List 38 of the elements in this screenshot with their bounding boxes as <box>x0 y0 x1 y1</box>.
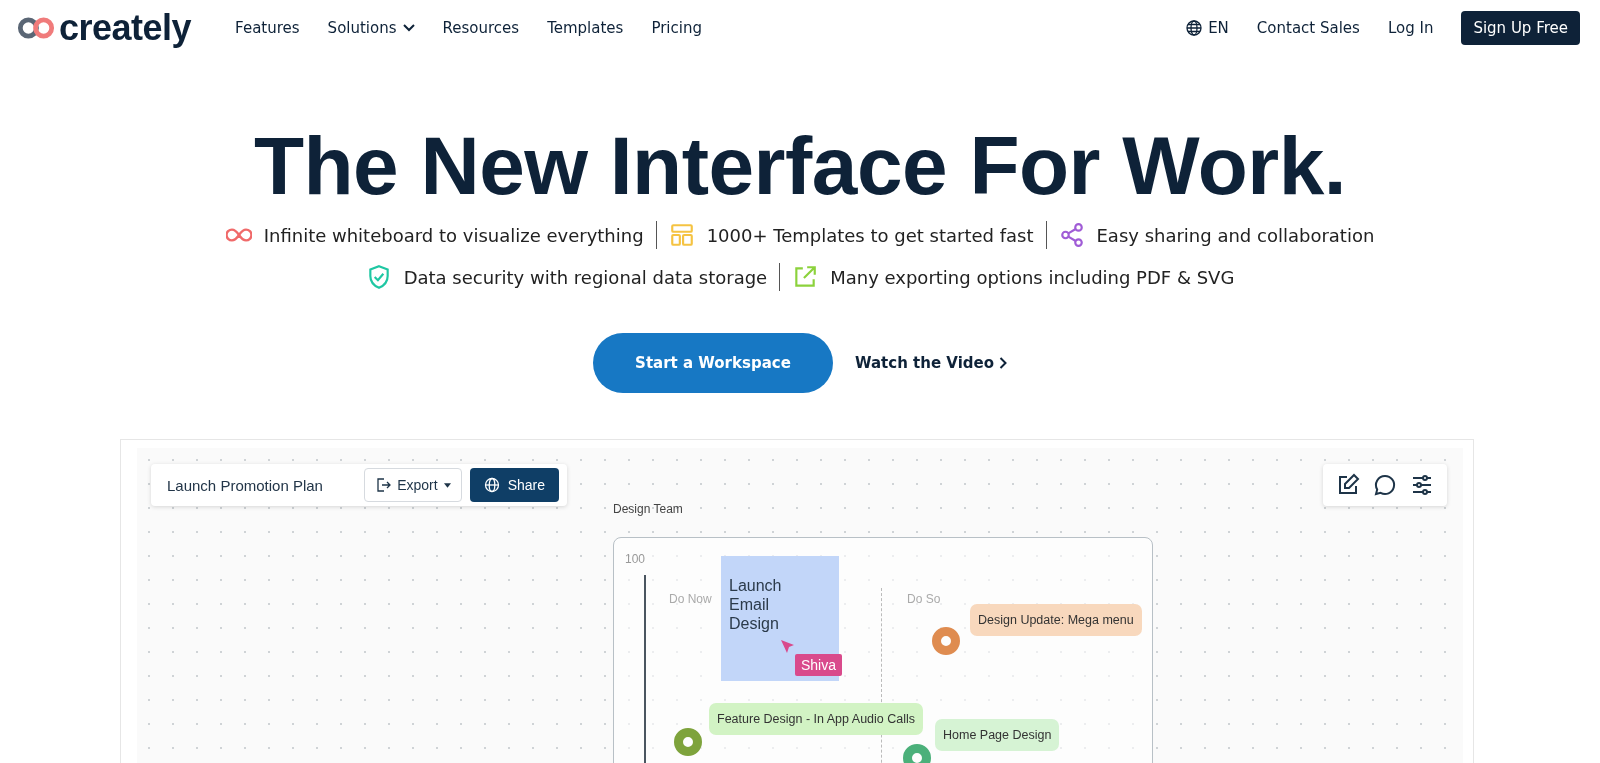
export-icon <box>375 477 392 493</box>
sticky-text: Launch Email Design <box>729 576 783 633</box>
frame-label: Design Team <box>613 502 683 516</box>
globe-icon <box>1186 19 1203 36</box>
task-card: Feature Design - In App Audio Calls <box>709 703 924 735</box>
language-selector[interactable]: EN <box>1186 18 1229 37</box>
watch-video-link[interactable]: Watch the Video <box>854 354 1007 372</box>
nav-link[interactable]: Templates <box>547 18 624 37</box>
cursor-icon <box>781 640 795 654</box>
start-workspace-button[interactable]: Start a Workspace <box>592 333 833 393</box>
export-button[interactable]: Export <box>364 468 462 502</box>
axis-label: 100 <box>625 552 646 566</box>
nav-link[interactable]: Pricing <box>651 18 702 37</box>
logo-icon <box>17 15 55 40</box>
feature-text: Many exporting options including PDF & SVG <box>830 266 1235 288</box>
task-card: Home Page Design <box>935 719 1060 751</box>
feature-text: 1000+ Templates to get started fast <box>706 224 1034 246</box>
caret-icon <box>443 482 451 488</box>
feature-text: Easy sharing and collaboration <box>1096 224 1375 246</box>
feature-text: Data security with regional data storage <box>403 266 768 288</box>
comment-icon[interactable] <box>1373 473 1397 497</box>
hero-title: The New Interface For Work. <box>253 123 1347 209</box>
share-button[interactable]: Share <box>469 468 559 502</box>
task-card: Design Update: Mega menu <box>970 604 1142 636</box>
feature-text: Infinite whiteboard to visualize everything <box>263 224 644 246</box>
signup-button[interactable]: Sign Up Free <box>1461 10 1580 45</box>
nav-link[interactable]: Solutions <box>327 18 415 37</box>
nav-link[interactable]: Features <box>235 18 300 37</box>
column-label: Do So <box>907 592 941 606</box>
contact-sales-link[interactable]: Contact Sales <box>1256 18 1360 37</box>
globe-icon <box>483 477 500 493</box>
document-title: Launch Promotion Plan <box>167 476 323 494</box>
column-label: Do Now <box>669 592 712 606</box>
user-tag: Shiva <box>795 654 843 676</box>
login-link[interactable]: Log In <box>1387 18 1434 37</box>
nav-link[interactable]: Resources <box>442 18 520 37</box>
logo-wordmark[interactable]: creately <box>59 6 192 49</box>
chevron-icon <box>999 357 1007 369</box>
